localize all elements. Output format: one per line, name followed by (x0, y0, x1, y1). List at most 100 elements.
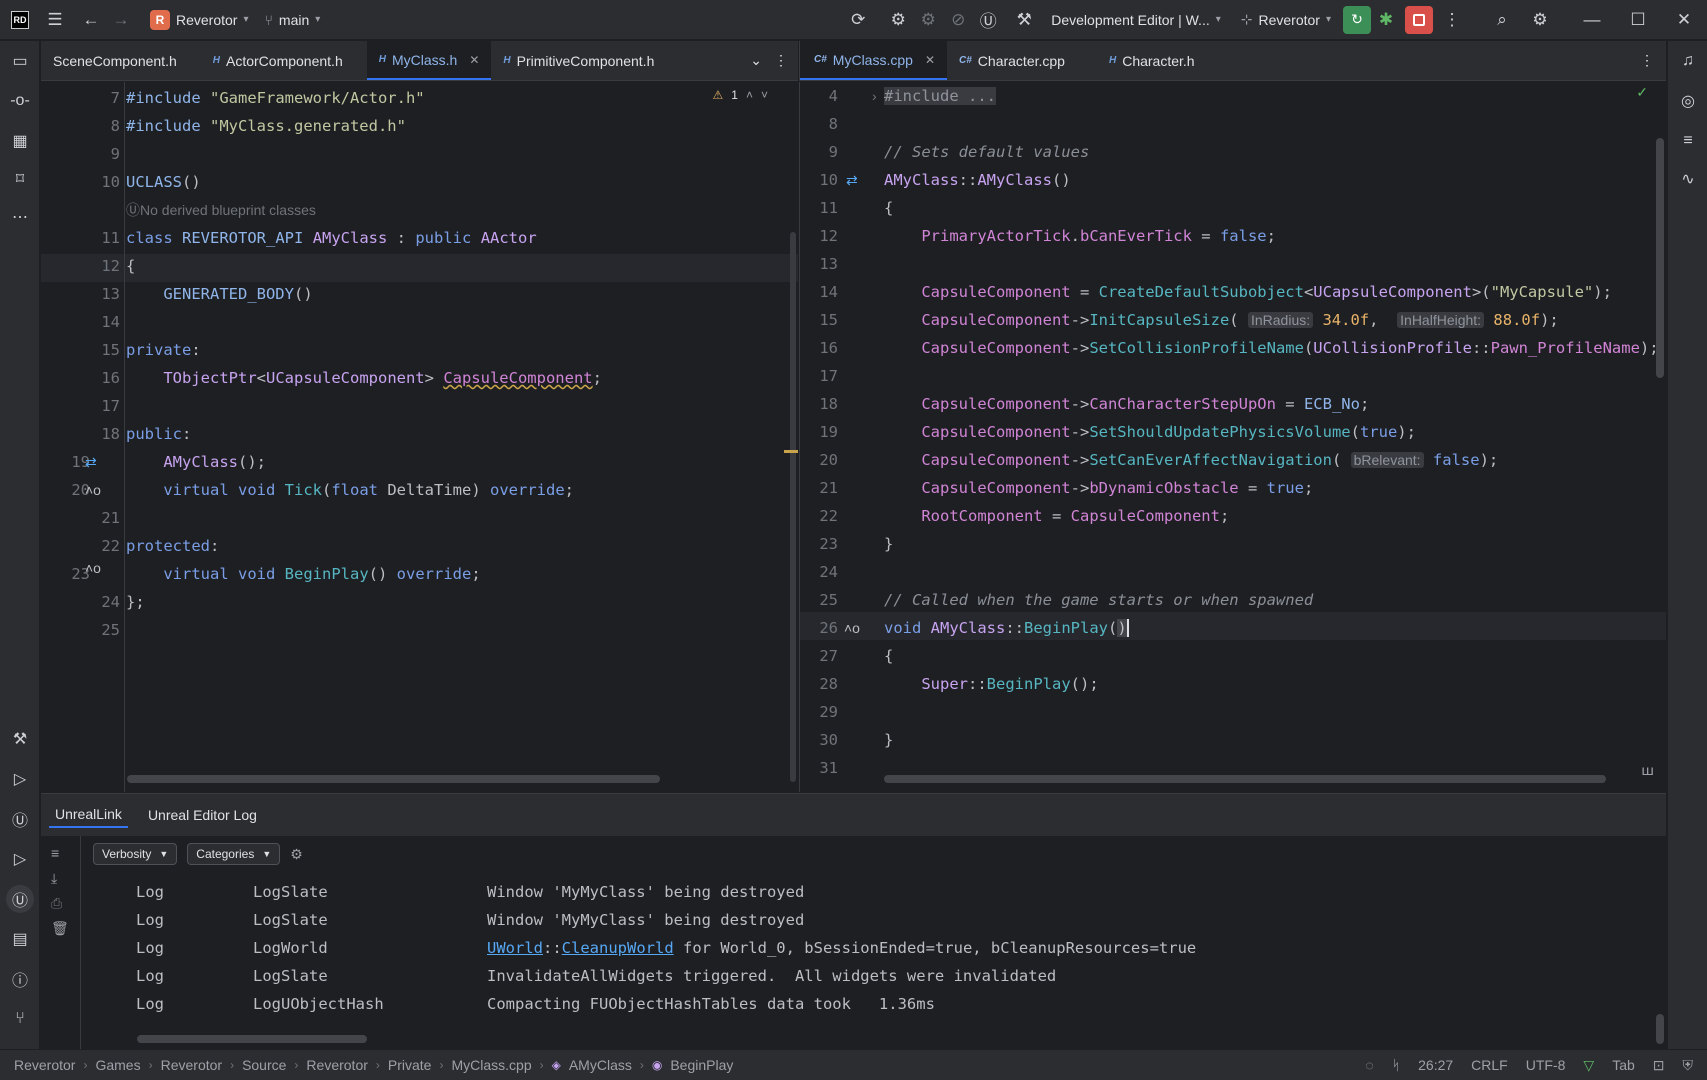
notifications-bell-icon[interactable]: ♫ (1674, 47, 1702, 75)
run-icon[interactable]: ▷ (6, 845, 34, 873)
override-marker-icon[interactable]: ˄o (85, 476, 101, 504)
tab-primitivecomponent-h[interactable]: H PrimitiveComponent.h (491, 41, 666, 80)
background-tasks-icon[interactable]: ◌ (1365, 1057, 1373, 1073)
forward-arrow-icon[interactable]: → (106, 5, 136, 35)
shield-icon[interactable]: ⛨ (1683, 1057, 1694, 1074)
indent-setting[interactable]: Tab (1612, 1057, 1635, 1073)
tab-unreallink[interactable]: UnrealLink (49, 802, 128, 828)
stop-button[interactable] (1405, 5, 1433, 34)
build-tools-icon[interactable]: ⚒ (6, 725, 34, 753)
close-icon[interactable]: ✕ (1661, 5, 1707, 35)
blueprint-hint[interactable]: ⓊNo derived blueprint classes (126, 196, 316, 224)
tab-actorcomponent-h[interactable]: H ActorComponent.h (201, 41, 355, 80)
tab-more-icon[interactable]: ⋮ (768, 41, 798, 80)
scroll-to-end-icon[interactable]: ⤓ (51, 870, 57, 887)
categories-dropdown[interactable]: Categories ▼ (187, 843, 281, 865)
tab-character-h[interactable]: H Character.h (1097, 41, 1207, 80)
cleanupworld-link[interactable]: CleanupWorld (562, 939, 674, 957)
branch-selector[interactable]: ⑂ main ▾ (257, 6, 329, 34)
chevron-up-icon[interactable]: ˄ (746, 88, 753, 102)
right-code-editor[interactable]: 4 8 9 10 11 12 13 14 15 16 17 18 19 20 2… (799, 82, 1666, 792)
lock-icon[interactable]: ⊡ (1653, 1057, 1665, 1074)
tab-scenecomponent-h[interactable]: SceneComponent.h (41, 41, 189, 80)
print-icon[interactable]: ⎙ (51, 895, 62, 912)
run-button[interactable]: ↻ (1343, 5, 1371, 34)
close-tab-icon[interactable]: ✕ (925, 53, 935, 67)
check-ok-icon[interactable]: ✓ (1636, 84, 1648, 101)
close-tab-icon[interactable]: ✕ (469, 53, 479, 67)
line-ending[interactable]: CRLF (1471, 1057, 1508, 1073)
maximize-icon[interactable]: ☐ (1615, 5, 1661, 35)
warning-stripe-marker[interactable] (784, 450, 798, 453)
navigate-declaration-icon[interactable]: ⇄ (846, 166, 858, 194)
trash-icon[interactable]: 🗑 (51, 920, 69, 937)
database-icon[interactable]: ≡ (1674, 127, 1702, 155)
minimize-icon[interactable]: — (1569, 5, 1615, 35)
unreal-link-icon[interactable]: Ⓤ (6, 885, 34, 913)
verbosity-dropdown[interactable]: Verbosity ▼ (93, 843, 178, 865)
sync-icon[interactable]: ⟳ (843, 5, 873, 35)
navigate-implementation-icon[interactable]: ⇄ (85, 448, 97, 476)
override-marker-icon[interactable]: ˄o (85, 554, 101, 582)
bookmark-icon[interactable]: ⌑ (6, 165, 34, 193)
warning-indicator[interactable]: ⚠ 1 ˄ ˅ (713, 88, 768, 102)
run-config-selector[interactable]: Development Editor | W... ▾ (1043, 6, 1229, 34)
vertical-scrollbar[interactable] (1656, 138, 1664, 378)
commit-icon[interactable]: -o- (6, 87, 34, 115)
unreal-icon[interactable]: Ⓤ (973, 5, 1003, 35)
project-selector[interactable]: R Reverotor ▾ (142, 6, 257, 34)
debug-bug-icon[interactable]: ✱ (1371, 5, 1401, 35)
more-vertical-icon[interactable]: ⋮ (1437, 5, 1467, 35)
unit-tests-icon[interactable]: Ⓤ (6, 805, 34, 833)
services-icon[interactable]: ▷ (6, 765, 34, 793)
cancel-build-icon[interactable]: ⊘ (943, 5, 973, 35)
breadcrumb-item[interactable]: BeginPlay (670, 1057, 733, 1073)
soft-wrap-icon[interactable]: ≡ (51, 845, 59, 861)
tab-character-cpp[interactable]: C# Character.cpp (947, 41, 1077, 80)
folder-icon[interactable]: ▭ (6, 47, 34, 75)
breadcrumb-item[interactable]: MyClass.cpp (451, 1057, 531, 1073)
build-icon[interactable]: ⚙ (883, 5, 913, 35)
horizontal-scrollbar[interactable] (884, 775, 1606, 783)
reader-mode-icon[interactable]: ꟺ (1641, 762, 1654, 779)
ai-status-icon[interactable]: ᛋ (1392, 1057, 1400, 1073)
left-code-editor[interactable]: 7 8 9 10 11 12 13 14 15 16 17 18 19 20 2… (41, 82, 798, 792)
problems-icon[interactable]: ⓘ (6, 965, 34, 993)
tab-more-icon[interactable]: ⋮ (1628, 41, 1666, 80)
breadcrumb-item[interactable]: Games (95, 1057, 140, 1073)
log-vertical-scrollbar[interactable] (1656, 1014, 1664, 1044)
ai-assistant-icon[interactable]: ◎ (1674, 87, 1702, 115)
activity-pulse-icon[interactable]: ∿ (1674, 165, 1702, 193)
terminal-icon[interactable]: ▤ (6, 925, 34, 953)
search-icon[interactable]: ⌕ (1487, 5, 1517, 35)
rebuild-icon[interactable]: ⚙ (913, 5, 943, 35)
uworld-link[interactable]: UWorld (487, 939, 543, 957)
tab-myclass-cpp[interactable]: C# MyClass.cpp ✕ (800, 41, 947, 80)
more-horizontal-icon[interactable]: ⋯ (6, 203, 34, 231)
override-marker-icon[interactable]: ˄o (844, 614, 860, 642)
breadcrumb-item[interactable]: Reverotor (161, 1057, 222, 1073)
vertical-scrollbar[interactable] (790, 232, 796, 782)
log-horizontal-scrollbar[interactable] (137, 1035, 367, 1043)
file-encoding[interactable]: UTF-8 (1526, 1057, 1566, 1073)
main-menu-icon[interactable]: ☰ (40, 5, 70, 35)
tab-list-chevron-icon[interactable]: ⌄ (744, 41, 768, 80)
breadcrumb-item[interactable]: Reverotor (14, 1057, 75, 1073)
run-target-selector[interactable]: ⊹ Reverotor ▾ (1233, 6, 1339, 34)
caret-position[interactable]: 26:27 (1418, 1057, 1453, 1073)
git-icon[interactable]: ⑂ (6, 1005, 34, 1033)
structure-icon[interactable]: ▦ (6, 127, 34, 155)
back-arrow-icon[interactable]: ← (76, 5, 106, 35)
breadcrumb-item[interactable]: Private (388, 1057, 432, 1073)
breadcrumb-item[interactable]: Reverotor (306, 1057, 367, 1073)
fold-chevron-icon[interactable]: › (872, 82, 877, 110)
inspection-status-icon[interactable]: ▽ (1583, 1057, 1594, 1074)
tab-myclass-h[interactable]: H MyClass.h ✕ (366, 41, 492, 80)
tab-unreal-editor-log[interactable]: Unreal Editor Log (142, 803, 263, 827)
horizontal-scrollbar[interactable] (127, 775, 660, 783)
settings-gear-icon[interactable]: ⚙ (1525, 5, 1555, 35)
log-settings-gear-icon[interactable]: ⚙ (290, 846, 303, 863)
chevron-down-icon[interactable]: ˅ (761, 88, 768, 102)
breadcrumb-item[interactable]: AMyClass (569, 1057, 632, 1073)
hammer-icon[interactable]: ⚒ (1009, 5, 1039, 35)
